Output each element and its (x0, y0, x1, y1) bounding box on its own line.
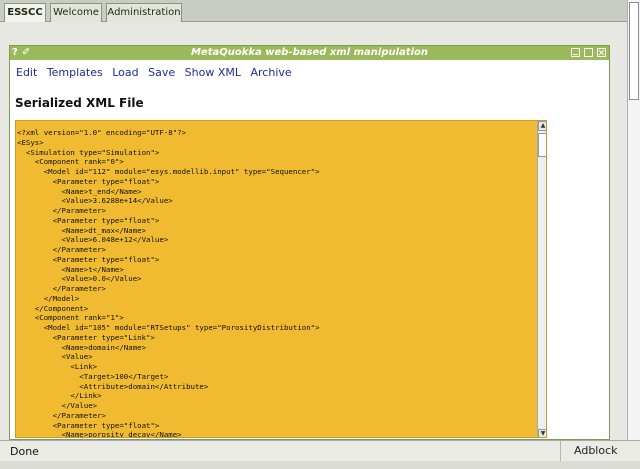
page-scrollbar-thumb[interactable] (629, 2, 639, 100)
portlet-menu: Edit Templates Load Save Show XML Archiv… (16, 66, 298, 79)
portlet-titlebar: MetaQuokka web-based xml manipulation ? … (10, 46, 609, 60)
bottom-strip (0, 461, 640, 469)
scroll-down-icon[interactable]: ▼ (538, 429, 546, 437)
minimize-icon[interactable] (571, 48, 580, 57)
adblock-button[interactable]: Adblock (560, 441, 640, 461)
xml-content[interactable]: <?xml version="1.0" encoding="UTF-8"?> <… (17, 128, 320, 437)
menu-show-xml[interactable]: Show XML (185, 66, 241, 79)
xml-textarea[interactable]: <?xml version="1.0" encoding="UTF-8"?> <… (15, 120, 547, 438)
close-icon[interactable] (597, 48, 606, 57)
status-bar: Done Adblock (0, 440, 640, 461)
help-icon[interactable]: ? (12, 46, 18, 60)
page-scrollbar[interactable] (627, 0, 640, 440)
xml-scrollbar[interactable]: ▲ ▼ (537, 121, 546, 437)
tab-welcome[interactable]: Welcome (50, 3, 102, 22)
scroll-up-icon[interactable]: ▲ (538, 121, 546, 131)
menu-load[interactable]: Load (112, 66, 138, 79)
menu-archive[interactable]: Archive (251, 66, 292, 79)
page-title: Serialized XML File (15, 96, 144, 110)
xml-portlet: MetaQuokka web-based xml manipulation ? … (9, 45, 610, 440)
menu-templates[interactable]: Templates (47, 66, 103, 79)
tab-administration[interactable]: Administration (106, 3, 182, 22)
menu-edit[interactable]: Edit (16, 66, 37, 79)
status-text: Done (10, 445, 39, 458)
xml-scrollbar-thumb[interactable] (538, 133, 546, 157)
wrench-icon[interactable]: ✐ (22, 46, 30, 60)
tab-esscc[interactable]: ESSCC (4, 3, 46, 23)
maximize-icon[interactable] (584, 48, 593, 57)
portlet-title: MetaQuokka web-based xml manipulation (190, 47, 429, 58)
tab-strip: ESSCC Welcome Administration (0, 0, 627, 23)
menu-save[interactable]: Save (148, 66, 175, 79)
